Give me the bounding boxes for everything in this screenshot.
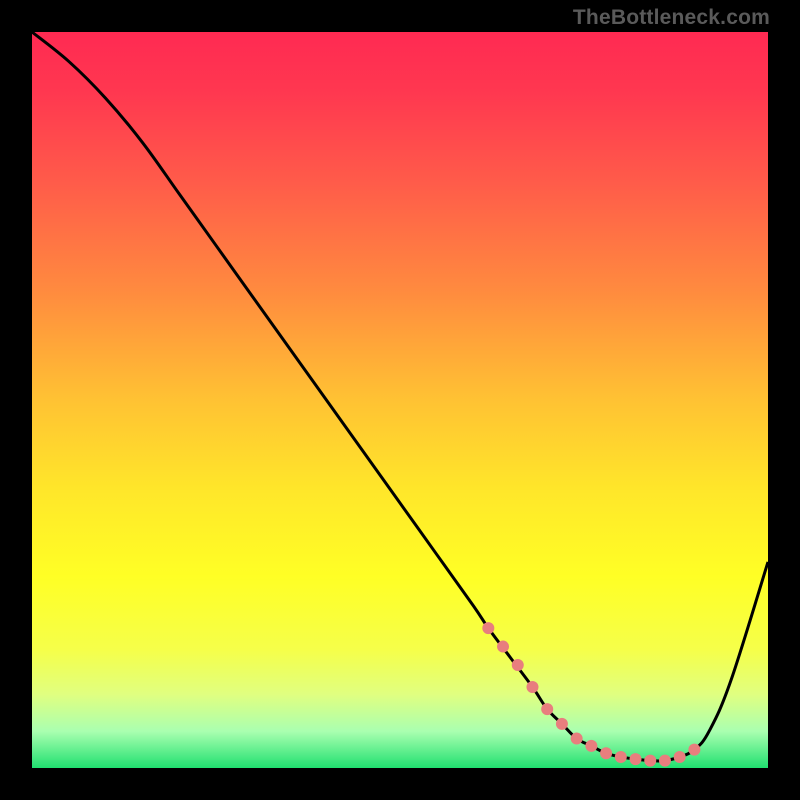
highlight-dot [526, 681, 538, 693]
highlight-dot [556, 718, 568, 730]
chart-frame: TheBottleneck.com [0, 0, 800, 800]
highlight-dot [585, 740, 597, 752]
watermark-text: TheBottleneck.com [573, 6, 770, 30]
highlight-dot [630, 753, 642, 765]
highlight-dot [600, 747, 612, 759]
highlight-dot [674, 751, 686, 763]
highlight-dot [644, 755, 656, 767]
highlight-dot [659, 755, 671, 767]
highlight-dot [688, 744, 700, 756]
highlight-dot [541, 703, 553, 715]
highlight-dots-group [482, 622, 700, 766]
plot-area [32, 32, 768, 768]
highlight-dot [512, 659, 524, 671]
highlight-dot [615, 751, 627, 763]
curve-layer [32, 32, 768, 768]
highlight-dot [482, 622, 494, 634]
highlight-dot [571, 733, 583, 745]
highlight-dot [497, 641, 509, 653]
bottleneck-curve [32, 32, 768, 761]
